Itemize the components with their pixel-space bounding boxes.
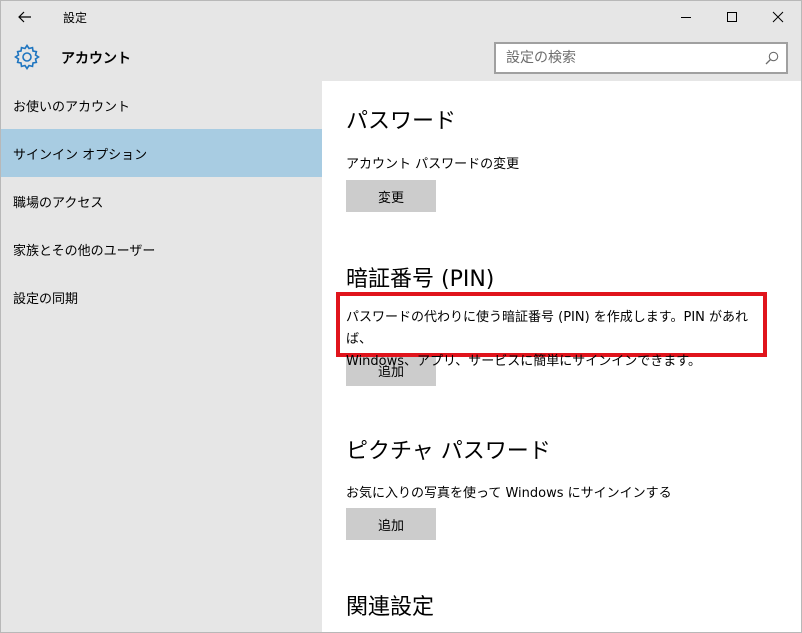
sidebar-item-label: 職場のアクセス — [13, 195, 104, 211]
password-subtitle: アカウント パスワードの変更 — [346, 157, 520, 172]
sidebar-item-sign-in-options[interactable]: サインイン オプション — [1, 129, 322, 177]
sidebar-item-family-other-users[interactable]: 家族とその他のユーザー — [1, 225, 322, 273]
picture-password-heading: ピクチャ パスワード — [346, 439, 551, 464]
header: アカウント — [1, 33, 801, 81]
gear-icon — [14, 44, 40, 70]
related-settings-heading: 関連設定 — [346, 595, 435, 620]
pin-description-highlight: パスワードの代わりに使う暗証番号 (PIN) を作成します。PIN があれば、 … — [336, 292, 767, 369]
sidebar-item-sync-settings[interactable]: 設定の同期 — [1, 273, 322, 321]
close-icon — [772, 11, 784, 23]
back-button[interactable] — [1, 1, 49, 33]
picture-password-subtitle: お気に入りの写真を使って Windows にサインインする — [346, 486, 672, 501]
title-bar: 設定 — [1, 1, 801, 33]
change-password-button[interactable]: 変更 — [346, 180, 436, 212]
pin-heading: 暗証番号 (PIN) — [346, 267, 495, 292]
maximize-icon — [727, 12, 737, 22]
sidebar-item-label: 家族とその他のユーザー — [13, 243, 156, 259]
pin-description: パスワードの代わりに使う暗証番号 (PIN) を作成します。PIN があれば、 … — [346, 307, 766, 373]
search-icon[interactable] — [764, 50, 780, 66]
add-picture-password-button[interactable]: 追加 — [346, 508, 436, 540]
minimize-icon — [681, 17, 691, 18]
sidebar-item-label: 設定の同期 — [13, 291, 79, 307]
app-title: 設定 — [63, 11, 88, 25]
maximize-button[interactable] — [709, 1, 755, 33]
pin-description-line-1: パスワードの代わりに使う暗証番号 (PIN) を作成します。PIN があれば、 — [346, 310, 749, 347]
sidebar-item-work-access[interactable]: 職場のアクセス — [1, 177, 322, 225]
search-input[interactable] — [496, 44, 756, 72]
sidebar: お使いのアカウント サインイン オプション 職場のアクセス 家族とその他のユーザ… — [1, 81, 322, 632]
pin-description-line-2: Windows、アプリ、サービスに簡単にサインインできます。 — [346, 354, 701, 369]
page-title: アカウント — [61, 51, 131, 67]
close-button[interactable] — [755, 1, 801, 33]
sidebar-item-your-account[interactable]: お使いのアカウント — [1, 81, 322, 129]
minimize-button[interactable] — [663, 1, 709, 33]
password-heading: パスワード — [346, 109, 457, 134]
sidebar-item-label: お使いのアカウント — [13, 99, 131, 115]
arrow-left-icon — [18, 11, 31, 23]
search-box[interactable] — [494, 42, 788, 74]
settings-window: 設定 アカウント 設定の検索 お使いのアカウント サインイン オプション 職場の… — [0, 0, 802, 633]
sidebar-item-label: サインイン オプション — [13, 147, 148, 163]
